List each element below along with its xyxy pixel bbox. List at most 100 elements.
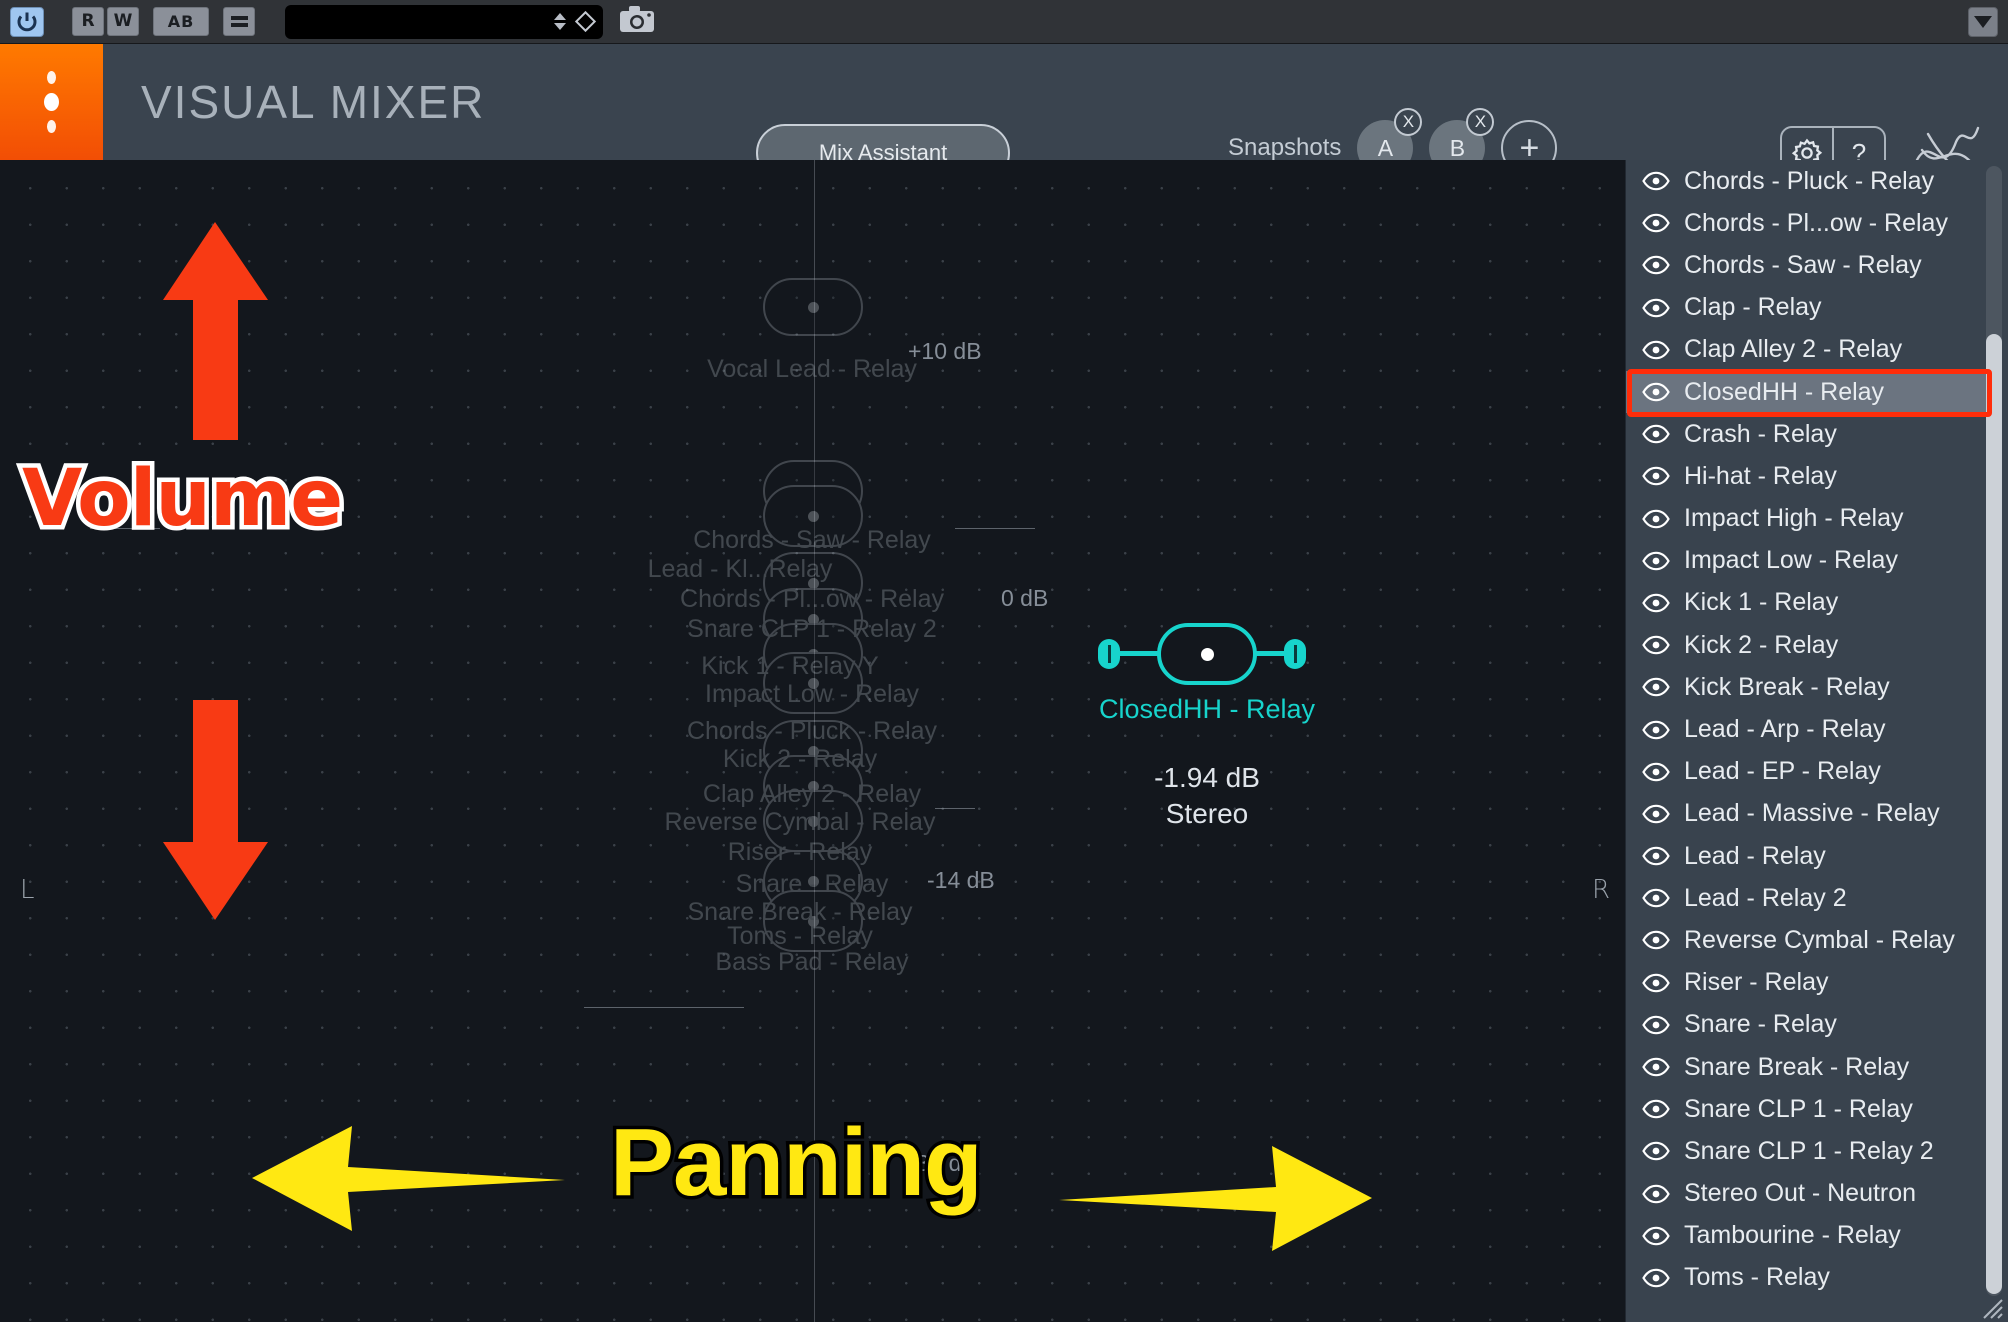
track-list-item[interactable]: Reverse Cymbal - Relay xyxy=(1626,919,1986,961)
track-list-sidebar[interactable]: Chords - Pluck - Relay Chords - Pl...ow -… xyxy=(1625,160,2008,1322)
track-list-item[interactable]: Clap - Relay xyxy=(1626,287,1986,329)
track-list-item[interactable]: Kick Break - Relay xyxy=(1626,666,1986,708)
track-node-label: Kick 1 - Relay Y xyxy=(701,652,879,680)
pan-handle-right[interactable] xyxy=(1284,639,1306,669)
eye-visibility-icon[interactable] xyxy=(1642,1226,1670,1246)
track-list-item[interactable]: Kick 1 - Relay xyxy=(1626,582,1986,624)
eye-visibility-icon[interactable] xyxy=(1642,171,1670,191)
track-list-item[interactable]: Chords - Saw - Relay xyxy=(1626,244,1986,286)
spinner-updown-icon[interactable] xyxy=(554,13,566,30)
preset-field[interactable] xyxy=(285,4,603,39)
pan-handle-left[interactable] xyxy=(1098,639,1120,669)
track-list-item-label: Kick Break - Relay xyxy=(1684,672,1890,701)
eye-visibility-icon[interactable] xyxy=(1642,255,1670,275)
eye-visibility-icon[interactable] xyxy=(1642,340,1670,360)
db-gridline-dash xyxy=(935,808,975,809)
sidebar-scrollbar[interactable] xyxy=(1986,166,2002,1296)
selected-gain-value: -1.94 dB xyxy=(1154,762,1260,793)
menu-kebab-button[interactable] xyxy=(0,44,103,160)
list-icon[interactable] xyxy=(223,7,255,36)
eye-visibility-icon[interactable] xyxy=(1642,930,1670,950)
preset-list-buttons xyxy=(223,7,255,36)
track-list-item-label: Snare Break - Relay xyxy=(1684,1052,1910,1081)
pan-handle-bar-left xyxy=(1116,651,1161,656)
track-node-label: Chords - Pl...ow - Relay xyxy=(680,585,944,613)
eye-visibility-icon[interactable] xyxy=(1642,1268,1670,1288)
power-icon[interactable] xyxy=(10,6,44,37)
eye-visibility-icon[interactable] xyxy=(1642,593,1670,613)
selected-track-node-label: ClosedHH - Relay xyxy=(1098,694,1316,724)
selected-track-node[interactable] xyxy=(1157,623,1257,685)
track-list-item[interactable]: Snare - Relay xyxy=(1626,1004,1986,1046)
track-list-item[interactable]: Impact Low - Relay xyxy=(1626,540,1986,582)
eye-visibility-icon[interactable] xyxy=(1642,677,1670,697)
track-node[interactable] xyxy=(763,278,863,336)
track-list-item[interactable]: Crash - Relay xyxy=(1626,413,1986,455)
eye-visibility-icon[interactable] xyxy=(1642,1099,1670,1119)
track-list-item[interactable]: Lead - Relay xyxy=(1626,835,1986,877)
db-gridline-dash xyxy=(584,1007,744,1008)
eye-visibility-icon[interactable] xyxy=(1642,298,1670,318)
ab-compare-button[interactable]: AB xyxy=(153,7,209,36)
automation-buttons: R W xyxy=(72,7,139,36)
track-list-item-label: Tambourine - Relay xyxy=(1684,1221,1901,1250)
track-list-item[interactable]: Impact High - Relay xyxy=(1626,498,1986,540)
eye-visibility-icon[interactable] xyxy=(1642,1057,1670,1077)
snapshot-a-close-icon[interactable]: X xyxy=(1394,108,1423,136)
track-list-item-label: Snare - Relay xyxy=(1684,1010,1837,1039)
automation-write-button[interactable]: W xyxy=(107,7,139,36)
track-list-item[interactable]: Tambourine - Relay xyxy=(1626,1215,1986,1257)
track-list-item[interactable]: ClosedHH - Relay xyxy=(1626,370,1986,414)
diamond-icon[interactable] xyxy=(574,10,597,33)
automation-read-button[interactable]: R xyxy=(72,7,104,36)
track-list-item[interactable]: Kick 2 - Relay xyxy=(1626,624,1986,666)
track-list-item-label: Lead - Arp - Relay xyxy=(1684,715,1886,744)
eye-visibility-icon[interactable] xyxy=(1642,1184,1670,1204)
eye-visibility-icon[interactable] xyxy=(1642,973,1670,993)
host-toolbar: R W AB xyxy=(0,0,2008,44)
eye-visibility-icon[interactable] xyxy=(1642,804,1670,824)
sidebar-scrollbar-thumb[interactable] xyxy=(1986,334,2002,1294)
eye-visibility-icon[interactable] xyxy=(1642,466,1670,486)
eye-visibility-icon[interactable] xyxy=(1642,213,1670,233)
track-list-item[interactable]: Chords - Pluck - Relay xyxy=(1626,160,1986,202)
power-glyph xyxy=(17,12,37,31)
eye-visibility-icon[interactable] xyxy=(1642,551,1670,571)
eye-visibility-icon[interactable] xyxy=(1642,1141,1670,1161)
eye-visibility-icon[interactable] xyxy=(1642,720,1670,740)
camera-icon[interactable] xyxy=(619,5,655,38)
window-menu-button[interactable] xyxy=(1968,7,1998,37)
track-node-label: Impact Low - Relay xyxy=(705,680,919,708)
track-list-item[interactable]: Stereo Out - Neutron xyxy=(1626,1173,1986,1215)
db-tick-label: -14 dB xyxy=(927,867,995,893)
track-list-item[interactable]: Hi-hat - Relay xyxy=(1626,455,1986,497)
track-list-item[interactable]: Snare CLP 1 - Relay xyxy=(1626,1088,1986,1130)
eye-visibility-icon[interactable] xyxy=(1642,762,1670,782)
eye-visibility-icon[interactable] xyxy=(1642,1015,1670,1035)
camera-glyph xyxy=(620,6,654,32)
track-list-item[interactable]: Riser - Relay xyxy=(1626,962,1986,1004)
track-list-item[interactable]: Lead - EP - Relay xyxy=(1626,751,1986,793)
track-list-item[interactable]: Snare Break - Relay xyxy=(1626,1046,1986,1088)
track-list-item[interactable]: Toms - Relay xyxy=(1626,1257,1986,1299)
eye-visibility-icon[interactable] xyxy=(1642,424,1670,444)
snapshots-label: Snapshots xyxy=(1228,134,1342,161)
pan-right-label: R xyxy=(1592,875,1611,905)
resize-grip-icon[interactable] xyxy=(1978,1294,2004,1320)
eye-visibility-icon[interactable] xyxy=(1642,888,1670,908)
track-list-item[interactable]: Lead - Relay 2 xyxy=(1626,877,1986,919)
track-list-item-label: Hi-hat - Relay xyxy=(1684,461,1837,490)
snapshot-b-close-icon[interactable]: X xyxy=(1466,108,1495,136)
track-list-item[interactable]: Snare CLP 1 - Relay 2 xyxy=(1626,1130,1986,1172)
selected-channel-mode: Stereo xyxy=(1165,797,1249,829)
eye-visibility-icon[interactable] xyxy=(1642,382,1670,402)
track-list-item[interactable]: Chords - Pl...ow - Relay xyxy=(1626,202,1986,244)
eye-visibility-icon[interactable] xyxy=(1642,635,1670,655)
eye-visibility-icon[interactable] xyxy=(1642,509,1670,529)
compare-buttons: AB xyxy=(153,7,209,36)
track-list-item-label: Chords - Pluck - Relay xyxy=(1684,166,1935,195)
track-list-item[interactable]: Lead - Arp - Relay xyxy=(1626,708,1986,750)
track-list-item[interactable]: Lead - Massive - Relay xyxy=(1626,793,1986,835)
track-list-item[interactable]: Clap Alley 2 - Relay xyxy=(1626,329,1986,371)
eye-visibility-icon[interactable] xyxy=(1642,846,1670,866)
